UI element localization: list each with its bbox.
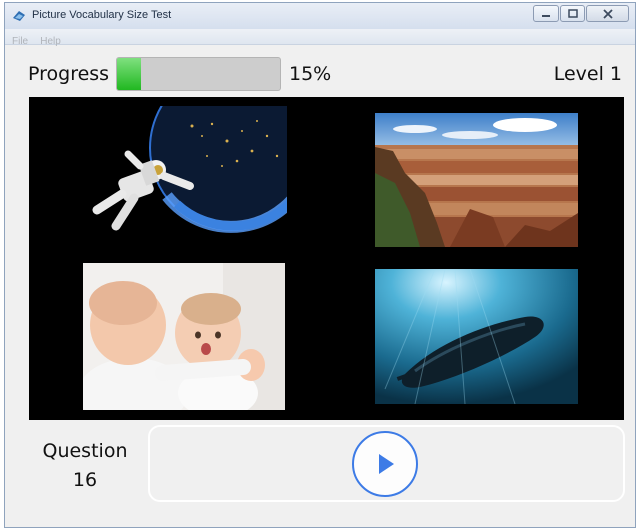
progress-label: Progress: [28, 63, 110, 85]
choice-babies[interactable]: [83, 263, 285, 410]
minimize-icon: [542, 14, 550, 17]
picture-choices-area: [29, 97, 624, 420]
close-icon: [602, 8, 613, 19]
maximize-button[interactable]: [560, 5, 585, 22]
app-logo-icon: [13, 11, 25, 21]
boat-underwater-image: [375, 269, 578, 404]
app-window: Picture Vocabulary Size Test File Help P…: [4, 2, 636, 528]
two-babies-image: [83, 263, 285, 410]
play-icon: [379, 454, 394, 474]
menu-bar: File Help: [5, 29, 635, 47]
choice-canyon[interactable]: [375, 113, 578, 247]
play-audio-button[interactable]: [352, 431, 418, 497]
progress-bar: [116, 57, 281, 91]
audio-panel: [148, 425, 625, 502]
title-bar: Picture Vocabulary Size Test: [5, 3, 635, 29]
question-label: Question: [42, 440, 128, 462]
choice-boat[interactable]: [375, 269, 578, 404]
close-button[interactable]: [586, 5, 629, 22]
progress-bar-fill: [117, 58, 142, 90]
progress-percent: 15%: [289, 63, 332, 85]
question-number: 16: [72, 469, 98, 491]
level-indicator: Level 1: [553, 63, 622, 85]
grand-canyon-image: [375, 113, 578, 247]
choice-astronaut[interactable]: [82, 106, 287, 236]
maximize-icon: [567, 9, 578, 18]
window-title: Picture Vocabulary Size Test: [32, 9, 172, 21]
question-indicator: Question 16: [35, 437, 135, 495]
menu-file[interactable]: File: [12, 36, 28, 47]
astronaut-earth-image: [82, 106, 287, 236]
menu-help[interactable]: Help: [40, 36, 61, 47]
minimize-button[interactable]: [533, 5, 559, 22]
